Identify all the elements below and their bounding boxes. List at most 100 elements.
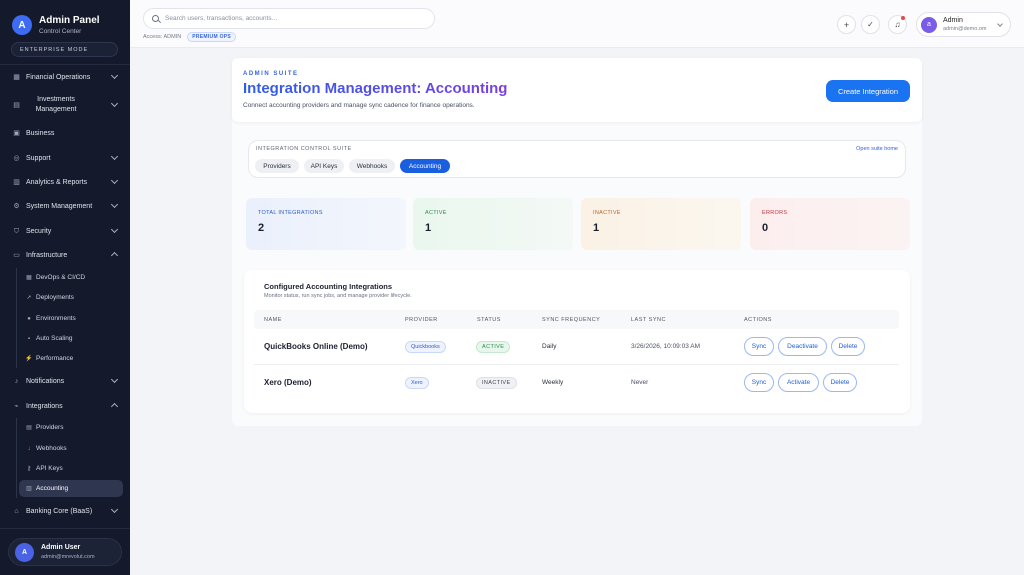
server-icon: ▭ [13, 251, 20, 259]
sidebar-item-infrastructure[interactable]: ▭ Infrastructure [0, 246, 130, 264]
suite-nav: INTEGRATION CONTROL SUITE Open suite hom… [248, 140, 906, 178]
scaling-icon: ▪ [27, 335, 31, 342]
sidebar-subitem-label: Accounting [36, 485, 69, 492]
brand[interactable]: A Admin Panel Control Center [0, 0, 130, 38]
chevron-down-icon [110, 200, 119, 209]
notifications-button[interactable]: ♫ [888, 15, 907, 34]
integrations-table-card: Configured Accounting Integrations Monit… [244, 270, 910, 413]
sidebar-item-investments[interactable]: ▤ Investments Management [0, 94, 130, 116]
user-card[interactable]: A Admin User admin@mrevolut.com [8, 538, 122, 566]
chevron-down-icon [110, 152, 119, 161]
lightning-icon: ⚡ [25, 356, 33, 362]
provider-badge: Quickbooks [405, 341, 446, 353]
submenu-line [16, 418, 17, 498]
plug-icon: ⌁ [14, 402, 19, 410]
chevron-down-icon [997, 21, 1003, 27]
sidebar-item-label: Infrastructure [26, 251, 68, 259]
sidebar-subitem-label: Performance [36, 355, 74, 362]
sidebar-subitem-auto-scaling[interactable]: ▪ Auto Scaling [19, 330, 123, 347]
headset-icon: ◎ [13, 154, 20, 162]
sidebar-subitem-label: DevOps & CI/CD [36, 274, 86, 281]
rocket-icon: ➚ [26, 295, 32, 301]
chevron-down-icon [110, 71, 119, 80]
tab-providers[interactable]: Providers [255, 159, 299, 173]
sidebar-subitem-devops[interactable]: ▦ DevOps & CI/CD [19, 269, 123, 286]
sidebar-item-integrations[interactable]: ⌁ Integrations [0, 397, 130, 415]
create-integration-button[interactable]: Create Integration [826, 80, 910, 102]
stat-value: 0 [762, 222, 769, 234]
devops-icon: ▦ [26, 275, 32, 281]
search-input[interactable] [165, 15, 425, 22]
tab-accounting[interactable]: Accounting [400, 159, 450, 173]
sidebar-item-system-management[interactable]: ⚙ System Management [0, 197, 130, 215]
stat-total-integrations: TOTAL INTEGRATIONS 2 [246, 198, 406, 250]
providers-icon: ▤ [26, 425, 32, 431]
sidebar-item-security[interactable]: ⛉ Security [0, 222, 130, 240]
sidebar-subitem-deployments[interactable]: ➚ Deployments [19, 289, 123, 306]
status-badge: INACTIVE [476, 377, 517, 389]
gear-icon: ⚙ [13, 202, 20, 210]
brand-logo: A [12, 15, 32, 35]
mode-badge: ENTERPRISE MODE [11, 42, 118, 57]
sync-button[interactable]: Sync [744, 373, 774, 392]
suite-label: INTEGRATION CONTROL SUITE [256, 146, 352, 152]
sidebar-item-business[interactable]: ▣ Business [0, 124, 130, 142]
notification-dot [901, 16, 905, 20]
sidebar-subitem-label: Auto Scaling [36, 335, 73, 342]
add-button[interactable]: + [837, 15, 856, 34]
sidebar-subitem-environments[interactable]: ● Environments [19, 310, 123, 327]
page-header: ADMIN SUITE Integration Management: Acco… [232, 58, 922, 122]
stat-label: ACTIVE [425, 210, 447, 216]
deactivate-button[interactable]: Deactivate [778, 337, 827, 356]
delete-button[interactable]: Delete [831, 337, 865, 356]
sidebar: A Admin Panel Control Center ENTERPRISE … [0, 0, 130, 575]
webhook-icon: ↓ [27, 445, 31, 452]
sidebar-item-banking-core[interactable]: ⌂ Banking Core (BaaS) [0, 502, 130, 520]
table-row: QuickBooks Online (Demo) Quickbooks ACTI… [254, 329, 899, 365]
topbar: Access: ADMIN PREMIUM OPS + ✓ ♫ a Admin … [130, 0, 1024, 48]
sidebar-item-label: Financial Operations [26, 73, 91, 81]
sync-button[interactable]: Sync [744, 337, 774, 356]
sidebar-subitem-webhooks[interactable]: ↓ Webhooks [19, 440, 123, 457]
delete-button[interactable]: Delete [823, 373, 857, 392]
sidebar-item-analytics[interactable]: ▥ Analytics & Reports [0, 173, 130, 191]
page-description: Connect accounting providers and manage … [243, 102, 475, 109]
profile-menu[interactable]: a Admin admin@demo.om [916, 12, 1011, 37]
sidebar-item-financial-operations[interactable]: ▦ Financial Operations [0, 68, 130, 86]
premium-badge: PREMIUM OPS [187, 32, 237, 42]
sidebar-subitem-api-keys[interactable]: ⚷ API Keys [19, 460, 123, 477]
avatar: A [15, 542, 34, 562]
stat-value: 1 [425, 222, 432, 234]
sidebar-subitem-label: Providers [36, 424, 64, 431]
chevron-down-icon [110, 505, 119, 514]
tab-api-keys[interactable]: API Keys [304, 159, 344, 173]
tab-webhooks[interactable]: Webhooks [349, 159, 395, 173]
column-header-actions: ACTIONS [744, 317, 772, 323]
globe-icon: ● [27, 315, 31, 322]
chevron-down-icon [110, 99, 119, 108]
sidebar-subitem-performance[interactable]: ⚡ Performance [19, 350, 123, 367]
sidebar-subitem-accounting[interactable]: ▥ Accounting [19, 480, 123, 497]
sidebar-item-notifications[interactable]: ♪ Notifications [0, 372, 130, 390]
column-header-sync-frequency: SYNC FREQUENCY [542, 317, 601, 323]
stat-active: ACTIVE 1 [413, 198, 573, 250]
sidebar-subitem-label: Environments [36, 315, 76, 322]
bar-chart-icon: ▥ [13, 178, 20, 186]
last-sync: 3/26/2026, 10:09:03 AM [631, 343, 701, 350]
search-box[interactable] [143, 8, 435, 29]
sidebar-subitem-providers[interactable]: ▤ Providers [19, 419, 123, 436]
sidebar-item-support[interactable]: ◎ Support [0, 149, 130, 167]
stat-errors: ERRORS 0 [750, 198, 910, 250]
stat-label: INACTIVE [593, 210, 621, 216]
sidebar-item-label: Notifications [26, 377, 65, 385]
sidebar-item-label: Analytics & Reports [26, 178, 88, 186]
divider [0, 64, 130, 65]
bank-icon: ▦ [13, 73, 20, 81]
briefcase-icon: ▣ [13, 129, 20, 137]
submenu-line [16, 268, 17, 368]
table-title: Configured Accounting Integrations [264, 282, 393, 291]
sidebar-item-label: Investments Management [35, 96, 77, 113]
tasks-button[interactable]: ✓ [861, 15, 880, 34]
open-suite-home-link[interactable]: Open suite home [856, 146, 898, 152]
activate-button[interactable]: Activate [778, 373, 819, 392]
